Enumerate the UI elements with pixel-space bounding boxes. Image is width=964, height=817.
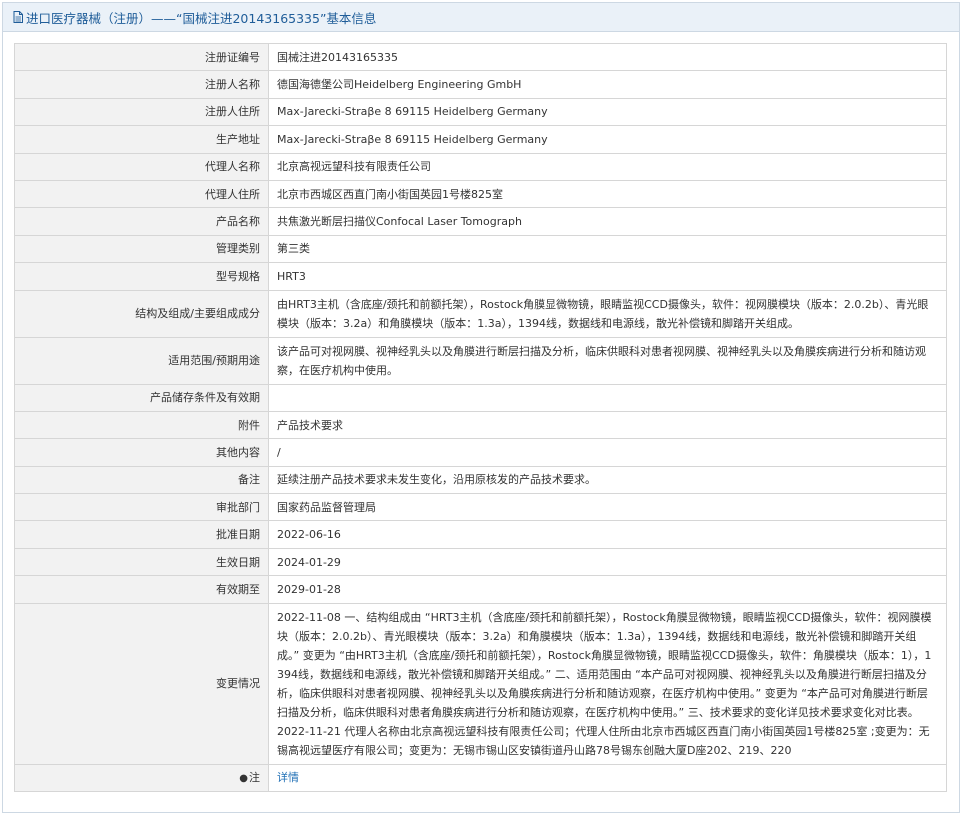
table-row: 产品名称 共焦激光断层扫描仪Confocal Laser Tomograph: [14, 207, 947, 236]
row-label: 产品储存条件及有效期: [14, 383, 269, 412]
table-row: 产品储存条件及有效期: [14, 383, 947, 412]
table-row: 代理人名称 北京高视远望科技有限责任公司: [14, 152, 947, 181]
row-value: 该产品可对视网膜、视神经乳头以及角膜进行断层扫描及分析，临床供眼科对患者视网膜、…: [268, 336, 947, 385]
row-label: 注册人名称: [14, 70, 269, 99]
row-value: 2029-01-28: [268, 575, 947, 604]
table-row: 注册证编号 国械注进20143165335: [14, 42, 947, 72]
info-table: 注册证编号 国械注进20143165335 注册人名称 德国海德堡公司Heide…: [14, 42, 947, 793]
row-label: 生产地址: [14, 125, 269, 154]
row-value: 产品技术要求: [268, 410, 947, 440]
table-row: 适用范围/预期用途 该产品可对视网膜、视神经乳头以及角膜进行断层扫描及分析，临床…: [14, 336, 947, 385]
table-row: 注册人住所 Max-Jarecki-Straβe 8 69115 Heidelb…: [14, 97, 947, 127]
row-value: 北京高视远望科技有限责任公司: [268, 152, 947, 181]
row-value: 共焦激光断层扫描仪Confocal Laser Tomograph: [268, 207, 947, 236]
row-label: 结构及组成/主要组成成分: [14, 289, 269, 338]
document-icon: [13, 11, 23, 23]
note-value: 详情: [268, 763, 947, 793]
page-title: 进口医疗器械（注册）——“国械注进20143165335”基本信息: [26, 10, 377, 26]
table-row: 备注 延续注册产品技术要求未发生变化，沿用原核发的产品技术要求。: [14, 465, 947, 495]
row-label: 管理类别: [14, 234, 269, 264]
pin-icon: ●: [239, 772, 248, 784]
table-row: 代理人住所 北京市西城区西直门南小街国英园1号楼825室: [14, 179, 947, 209]
table-row: 有效期至 2029-01-28: [14, 575, 947, 604]
row-value: 由HRT3主机（含底座/颈托和前额托架），Rostock角膜显微物镜，眼睛监视C…: [268, 289, 947, 338]
row-value: /: [268, 438, 947, 467]
note-label: 注: [249, 770, 260, 784]
row-value: [268, 383, 947, 412]
changes-label: 变更情况: [14, 602, 269, 765]
info-table-body: 注册证编号 国械注进20143165335 注册人名称 德国海德堡公司Heide…: [14, 42, 947, 793]
table-row: 批准日期 2022-06-16: [14, 520, 947, 549]
info-panel: 进口医疗器械（注册）——“国械注进20143165335”基本信息 注册证编号 …: [2, 2, 960, 813]
table-row: 结构及组成/主要组成成分 由HRT3主机（含底座/颈托和前额托架），Rostoc…: [14, 289, 947, 338]
row-label: 适用范围/预期用途: [14, 336, 269, 385]
details-link[interactable]: 详情: [277, 771, 299, 784]
row-label: 注册人住所: [14, 97, 269, 127]
row-label: 代理人名称: [14, 152, 269, 181]
changes-value: 2022-11-08 一、结构组成由 “HRT3主机（含底座/颈托和前额托架），…: [268, 602, 947, 765]
row-value: Max-Jarecki-Straβe 8 69115 Heidelberg Ge…: [268, 125, 947, 154]
row-label: 其他内容: [14, 438, 269, 467]
row-value: 延续注册产品技术要求未发生变化，沿用原核发的产品技术要求。: [268, 465, 947, 495]
table-row: 型号规格 HRT3: [14, 262, 947, 291]
row-value: 2022-06-16: [268, 520, 947, 549]
table-row: 管理类别 第三类: [14, 234, 947, 264]
changes-row: 变更情况 2022-11-08 一、结构组成由 “HRT3主机（含底座/颈托和前…: [14, 602, 947, 765]
row-label: 型号规格: [14, 262, 269, 291]
row-value: 2024-01-29: [268, 547, 947, 577]
table-row: 其他内容 /: [14, 438, 947, 467]
row-label: 生效日期: [14, 547, 269, 577]
row-value: Max-Jarecki-Straβe 8 69115 Heidelberg Ge…: [268, 97, 947, 127]
table-row: 生产地址 Max-Jarecki-Straβe 8 69115 Heidelbe…: [14, 125, 947, 154]
row-label: 产品名称: [14, 207, 269, 236]
row-value: 北京市西城区西直门南小街国英园1号楼825室: [268, 179, 947, 209]
row-label: 附件: [14, 410, 269, 440]
row-value: 国械注进20143165335: [268, 42, 947, 72]
row-label: 有效期至: [14, 575, 269, 604]
note-row: ●注 详情: [14, 763, 947, 793]
row-label: 备注: [14, 465, 269, 495]
table-row: 附件 产品技术要求: [14, 410, 947, 440]
row-value: HRT3: [268, 262, 947, 291]
row-label: 批准日期: [14, 520, 269, 549]
change-entry: 2022-11-08 一、结构组成由 “HRT3主机（含底座/颈托和前额托架），…: [277, 610, 932, 719]
table-row: 审批部门 国家药品监督管理局: [14, 493, 947, 522]
row-value: 国家药品监督管理局: [268, 493, 947, 522]
row-value: 德国海德堡公司Heidelberg Engineering GmbH: [268, 70, 947, 99]
panel-header: 进口医疗器械（注册）——“国械注进20143165335”基本信息: [3, 3, 959, 32]
table-row: 注册人名称 德国海德堡公司Heidelberg Engineering GmbH: [14, 70, 947, 99]
row-label: 审批部门: [14, 493, 269, 522]
note-label-cell: ●注: [14, 763, 269, 793]
table-row: 生效日期 2024-01-29: [14, 547, 947, 577]
row-value: 第三类: [268, 234, 947, 264]
row-label: 注册证编号: [14, 42, 269, 72]
row-label: 代理人住所: [14, 179, 269, 209]
change-entry: 2022-11-21 代理人名称由北京高视远望科技有限责任公司；代理人住所由北京…: [277, 724, 930, 757]
